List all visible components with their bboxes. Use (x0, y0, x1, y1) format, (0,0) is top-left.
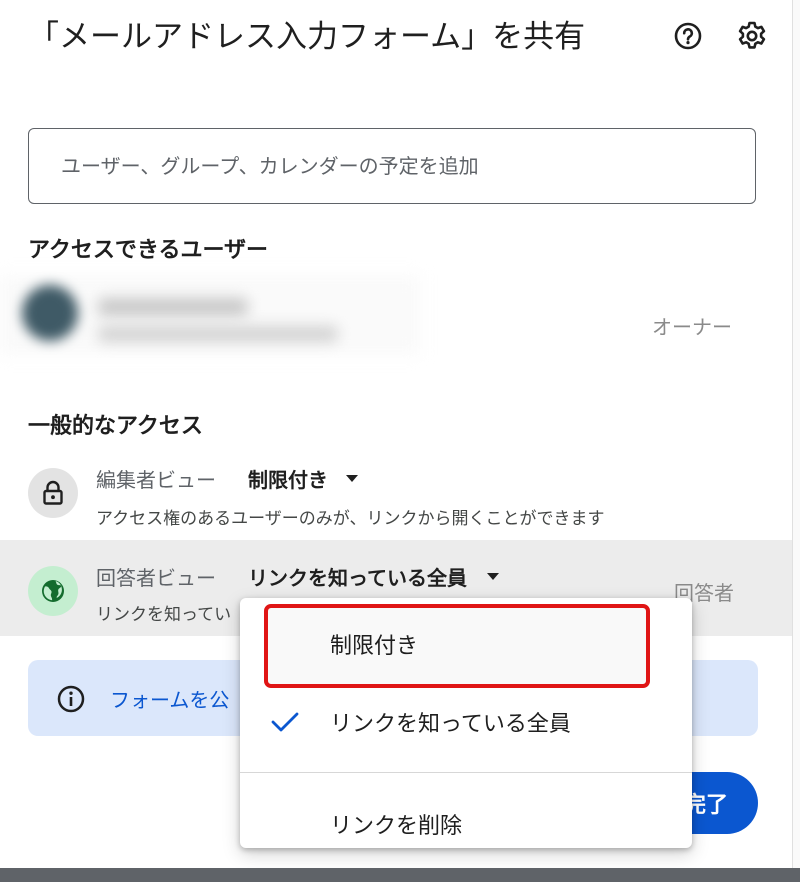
menu-item-label: リンクを削除 (330, 814, 463, 839)
editor-access-value: 制限付き (248, 468, 328, 492)
menu-item-remove-link[interactable]: リンクを削除 (240, 788, 692, 860)
responder-access-value: リンクを知っている全員 (248, 566, 467, 590)
dialog-title: 「メールアドレス入力フォーム」を共有 (28, 19, 586, 55)
user-name-redacted (98, 298, 248, 316)
menu-item-label: リンクを知っている全員 (330, 712, 571, 737)
globe-icon (28, 566, 78, 616)
lock-icon (28, 468, 78, 518)
responder-access-dropdown[interactable]: リンクを知っている全員 (248, 562, 499, 591)
owner-role-label: オーナー (652, 315, 732, 339)
info-icon (56, 684, 86, 718)
menu-divider (240, 772, 692, 773)
window-edge (792, 0, 800, 882)
avatar (22, 285, 78, 341)
menu-item-anyone-with-link[interactable]: リンクを知っている全員 (240, 686, 692, 758)
editor-access-description: アクセス権のあるユーザーのみが、リンクから開くことができます (96, 509, 605, 529)
add-people-input[interactable] (29, 129, 755, 203)
gear-icon[interactable] (732, 16, 772, 56)
add-people-field[interactable] (28, 128, 756, 204)
responder-view-label: 回答者ビュー (96, 566, 216, 590)
annotation-highlight-box (264, 604, 650, 688)
window-bottom-edge (0, 868, 800, 882)
caret-down-icon (487, 572, 499, 580)
help-icon[interactable] (668, 16, 708, 56)
info-banner-text: フォームを公 (110, 688, 230, 712)
editor-access-dropdown[interactable]: 制限付き (248, 464, 358, 493)
editor-view-label: 編集者ビュー (96, 468, 216, 492)
caret-down-icon (346, 474, 358, 482)
responder-access-description: リンクを知ってい (96, 605, 232, 625)
check-icon (271, 712, 299, 732)
general-access-heading: 一般的なアクセス (28, 414, 203, 439)
people-with-access-heading: アクセスできるユーザー (28, 238, 269, 263)
user-email-redacted (98, 326, 338, 342)
